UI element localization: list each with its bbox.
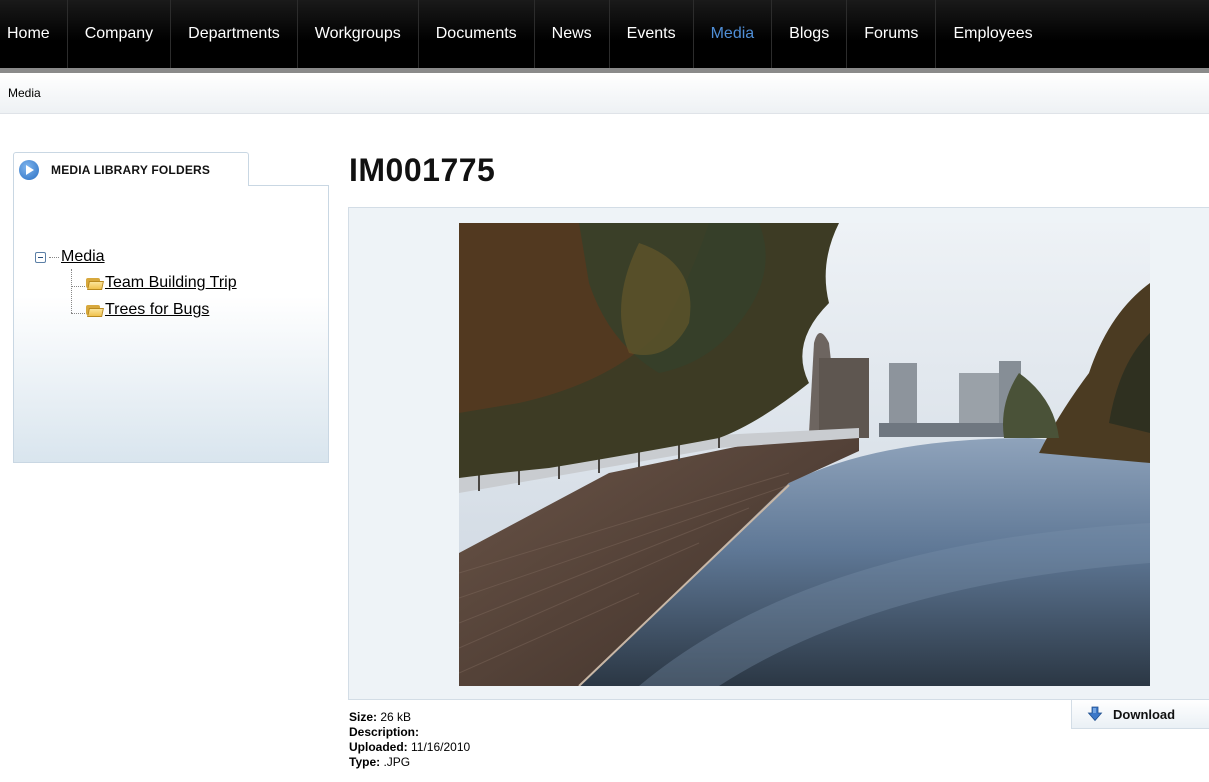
tree-connector-line — [71, 269, 72, 313]
nav-item-blogs[interactable]: Blogs — [772, 0, 848, 68]
top-navigation: Home Company Departments Workgroups Docu… — [0, 0, 1209, 73]
nav-item-news[interactable]: News — [535, 0, 610, 68]
nav-item-media[interactable]: Media — [694, 0, 773, 68]
nav-item-events[interactable]: Events — [610, 0, 694, 68]
tree-node-team-building-trip: Team Building Trip — [85, 274, 237, 292]
tree-connector-line — [71, 313, 85, 314]
media-library-folders-panel: MEDIA LIBRARY FOLDERS Media Team Buildin… — [13, 152, 329, 463]
breadcrumb: Media — [0, 73, 1209, 114]
minus-box-icon[interactable] — [35, 251, 46, 263]
folder-icon — [85, 303, 104, 317]
photo-river-canal — [459, 223, 1150, 686]
download-label: Download — [1113, 706, 1176, 722]
meta-uploaded: Uploaded: 11/16/2010 — [349, 740, 471, 754]
arrow-circle-icon — [19, 159, 39, 180]
nav-item-forums[interactable]: Forums — [847, 0, 937, 68]
nav-item-workgroups[interactable]: Workgroups — [298, 0, 419, 68]
meta-size: Size: 26 kB — [349, 710, 412, 724]
meta-type: Type: .JPG — [349, 755, 411, 769]
folder-icon — [85, 276, 104, 290]
photo-frame — [348, 207, 1209, 700]
folder-tree: Media Team Building Trip Trees for Bugs — [13, 185, 329, 463]
nav-list: Home Company Departments Workgroups Docu… — [0, 0, 1209, 68]
folder-link-team-building-trip[interactable]: Team Building Trip — [105, 274, 237, 292]
panel-tab-label: MEDIA LIBRARY FOLDERS — [51, 162, 211, 177]
download-arrow-icon — [1087, 706, 1103, 722]
folder-link-trees-for-bugs[interactable]: Trees for Bugs — [105, 301, 209, 319]
media-photo[interactable] — [459, 223, 1150, 686]
nav-item-departments[interactable]: Departments — [171, 0, 298, 68]
nav-item-home[interactable]: Home — [0, 0, 68, 68]
tree-node-media: Media — [35, 248, 105, 266]
media-details: Size: 26 kB Description: Uploaded: 11/16… — [349, 710, 470, 770]
nav-item-employees[interactable]: Employees — [936, 0, 1041, 68]
meta-description: Description: — [349, 725, 420, 739]
folder-link-media[interactable]: Media — [61, 248, 105, 266]
tree-node-trees-for-bugs: Trees for Bugs — [85, 301, 209, 319]
download-button[interactable]: Download — [1071, 700, 1209, 729]
breadcrumb-current: Media — [8, 86, 41, 100]
nav-item-company[interactable]: Company — [68, 0, 172, 68]
tree-dots — [49, 256, 59, 258]
tree-connector-line — [71, 286, 85, 287]
page-title: IM001775 — [349, 152, 496, 188]
panel-tab: MEDIA LIBRARY FOLDERS — [13, 152, 249, 186]
nav-item-documents[interactable]: Documents — [419, 0, 535, 68]
